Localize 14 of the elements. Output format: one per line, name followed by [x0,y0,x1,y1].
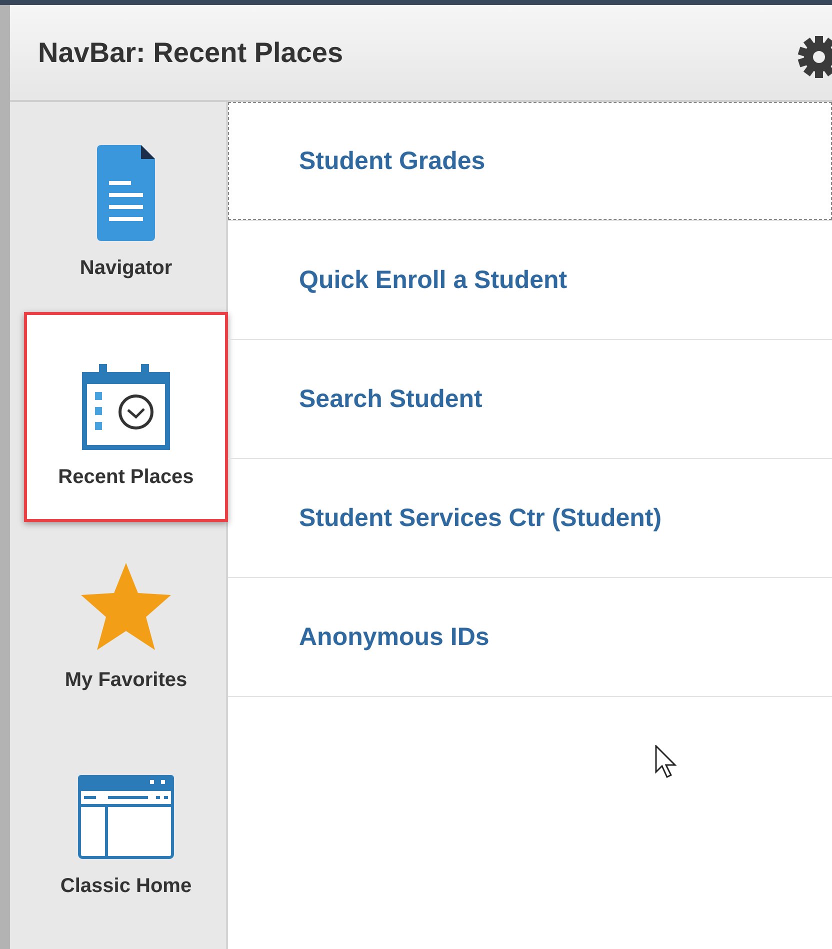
place-link[interactable]: Student Grades [299,146,486,176]
sidebar-item[interactable]: Recent Places [24,312,228,522]
place-link[interactable]: Anonymous IDs [299,622,490,652]
cursor-icon [655,745,679,779]
panel-title: NavBar: Recent Places [38,36,344,68]
sidebar-item[interactable]: Navigator [24,106,228,312]
calendar-clock-icon [81,364,171,450]
star-icon [79,563,173,653]
place-link[interactable]: Search Student [299,384,482,414]
place-link[interactable]: Student Services Ctr (Student) [299,504,662,532]
sidebar-item[interactable]: Classic Home [24,724,228,930]
place-link[interactable]: Quick Enroll a Student [299,266,568,294]
window-icon [78,775,174,859]
document-icon [97,145,155,241]
